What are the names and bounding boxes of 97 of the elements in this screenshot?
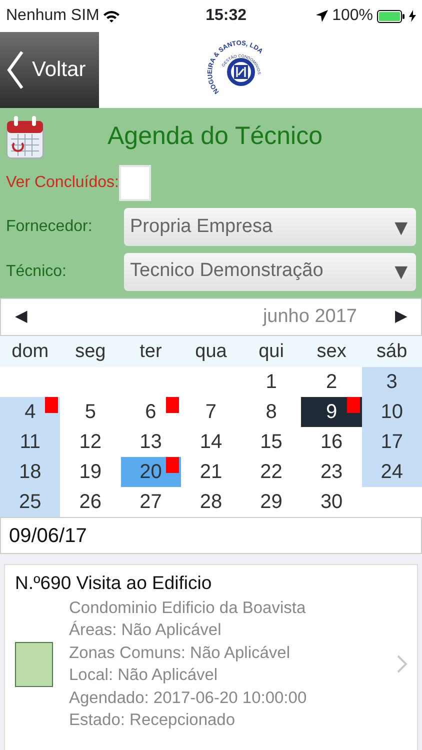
day-number: 30 xyxy=(320,491,343,513)
day-number: 26 xyxy=(79,491,102,513)
clock-text: 15:32 xyxy=(204,6,248,26)
day-number: 16 xyxy=(320,431,343,453)
calendar-day[interactable]: 19 xyxy=(60,457,121,487)
calendar-day[interactable]: 22 xyxy=(241,457,302,487)
wifi-icon xyxy=(103,10,120,22)
charging-bolt-icon xyxy=(409,10,416,22)
day-number: 3 xyxy=(386,371,398,393)
day-number: 8 xyxy=(266,401,277,423)
location-arrow-icon xyxy=(316,10,328,22)
calendar-day[interactable]: 15 xyxy=(241,427,302,457)
calendar-day[interactable]: 6 xyxy=(120,397,181,427)
day-number: 19 xyxy=(79,461,102,483)
day-number: 20 xyxy=(140,461,162,483)
battery-percent-text: 100% xyxy=(332,6,373,26)
day-number: 12 xyxy=(79,431,102,453)
calendar-day[interactable]: 12 xyxy=(60,427,121,457)
day-number: 28 xyxy=(200,491,222,513)
day-number: 18 xyxy=(19,461,42,483)
calendar-day[interactable]: 4 xyxy=(0,397,60,427)
calendar-day[interactable]: 7 xyxy=(180,397,242,427)
calendar-day[interactable]: 21 xyxy=(180,457,242,487)
day-number: 11 xyxy=(20,431,41,453)
day-number: 1 xyxy=(266,371,277,393)
day-number: 14 xyxy=(200,431,222,453)
previous-month-button[interactable]: ◀ xyxy=(15,305,27,329)
supplier-label: Fornecedor: xyxy=(6,217,94,238)
task-detail: Áreas: Não Aplicável xyxy=(69,620,222,642)
day-number: 7 xyxy=(205,401,217,423)
calendar-day[interactable]: 8 xyxy=(241,397,302,427)
calendar-day[interactable]: 16 xyxy=(301,427,362,457)
checkbox[interactable] xyxy=(118,165,151,202)
task-detail: Local: Não Aplicável xyxy=(69,665,219,686)
day-number: 10 xyxy=(380,401,403,423)
technician-label: Técnico: xyxy=(6,262,68,282)
calendar-day[interactable]: 3 xyxy=(362,367,422,397)
chevron-left-icon xyxy=(6,50,24,90)
day-number: 13 xyxy=(140,431,162,453)
task-detail: Condominio Edificio da Boavista xyxy=(69,598,307,619)
calendar-day[interactable]: 27 xyxy=(120,487,181,517)
calendar-day[interactable]: 14 xyxy=(180,427,242,457)
day-number: 25 xyxy=(19,491,42,513)
day-number: 23 xyxy=(320,461,343,483)
calendar-day[interactable]: 26 xyxy=(60,487,121,517)
calendar-day[interactable]: 28 xyxy=(180,487,242,517)
month-title: junho 2017 xyxy=(262,304,358,329)
day-number: 2 xyxy=(326,371,338,393)
day-number: 24 xyxy=(380,461,403,483)
calendar-day[interactable]: 20 xyxy=(120,457,181,487)
calendar-day[interactable]: 10 xyxy=(362,397,422,427)
day-number: 15 xyxy=(260,431,282,453)
show-completed-label: Ver Concluídos: xyxy=(6,173,119,194)
dropdown[interactable]: Tecnico Demonstração ▼ xyxy=(124,252,416,291)
calendar-day[interactable]: 1 xyxy=(241,367,302,397)
next-month-button[interactable]: ▶ xyxy=(395,305,407,329)
task-title: N.º690 Visita ao Edificio xyxy=(15,571,213,595)
weekday-label: sáb xyxy=(362,336,422,367)
calendar-day[interactable]: 29 xyxy=(241,487,302,517)
day-number: 4 xyxy=(24,401,36,423)
dropdown[interactable]: Propria Empresa ▼ xyxy=(124,208,416,246)
calendar-day[interactable]: 5 xyxy=(60,397,121,427)
battery-icon xyxy=(377,10,405,22)
calendar-day[interactable]: 30 xyxy=(301,487,362,517)
task-detail: Zonas Comuns: Não Aplicável xyxy=(69,642,292,664)
day-number: 5 xyxy=(84,401,96,423)
date-field[interactable]: 09/06/17 xyxy=(0,517,422,554)
day-number: 22 xyxy=(260,461,282,483)
day-number: 9 xyxy=(326,401,338,423)
calendar-day[interactable]: 2 xyxy=(301,367,362,397)
calendar-day[interactable]: 23 xyxy=(301,457,362,487)
calendar-icon xyxy=(6,114,44,159)
weekday-label: qua xyxy=(180,336,242,367)
weekday-label: sex xyxy=(301,336,362,367)
weekday-label: seg xyxy=(60,336,121,367)
carrier-text: Nenhum SIM xyxy=(6,6,100,26)
day-number: 6 xyxy=(145,401,156,423)
back-button[interactable]: Voltar xyxy=(0,32,99,108)
calendar-day[interactable]: 17 xyxy=(362,427,422,457)
day-number: 29 xyxy=(260,491,282,513)
task-detail: Agendado: 2017-06-20 10:00:00 xyxy=(69,688,308,709)
chevron-right-icon xyxy=(397,655,407,674)
task-detail: Estado: Recepcionado xyxy=(69,710,236,732)
day-number: 27 xyxy=(140,491,162,513)
task-card[interactable]: N.º690 Visita ao Edificio Condominio Edificio da Boavista Áreas: Não Aplicável Zonas Comuns: Não Aplicável Local: Não Aplicável Agendado: 2017-06-20 10:00:00 Estado: Recepcionado xyxy=(4,564,418,750)
weekday-label: ter xyxy=(120,336,181,367)
weekday-label: qui xyxy=(241,336,302,367)
calendar-day[interactable]: 25 xyxy=(0,487,60,517)
screen-title: Agenda do Técnico xyxy=(106,120,324,152)
calendar-day[interactable]: 11 xyxy=(0,427,60,457)
day-number: 21 xyxy=(200,461,222,483)
weekday-label: dom xyxy=(0,336,60,367)
day-number: 17 xyxy=(380,431,403,453)
calendar-day[interactable]: 9 xyxy=(301,397,362,427)
calendar-day[interactable]: 24 xyxy=(362,457,422,487)
calendar-day[interactable]: 13 xyxy=(120,427,181,457)
calendar-day[interactable]: 18 xyxy=(0,457,60,487)
